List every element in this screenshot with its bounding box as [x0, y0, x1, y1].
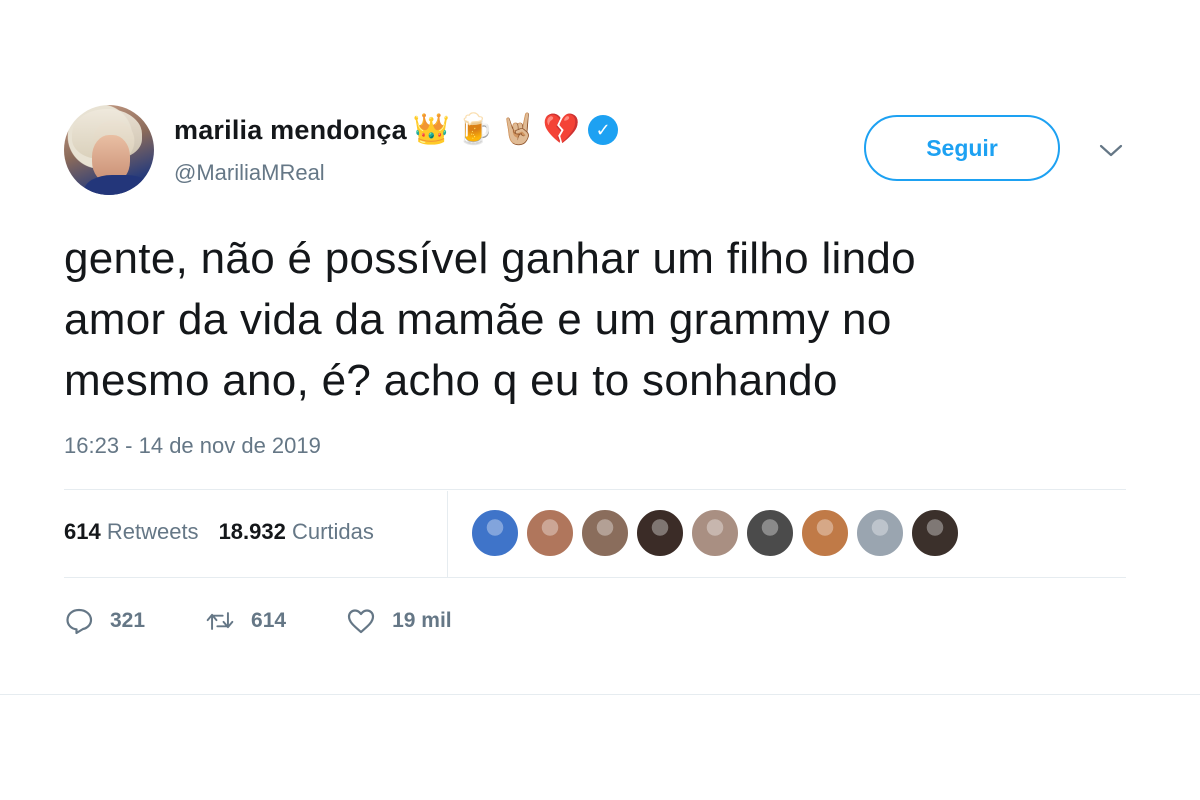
- heart-icon: [347, 609, 375, 634]
- liker-avatar[interactable]: [581, 509, 629, 557]
- name-row: marilia mendonça 👑 🍺 🤘🏼 💔 ✓: [174, 110, 619, 150]
- retweet-button[interactable]: 614: [205, 606, 286, 636]
- rock-hand-emoji: 🤘🏼: [499, 112, 537, 147]
- tweet-text: gente, não é possível ganhar um filho li…: [64, 228, 1124, 411]
- liker-avatar[interactable]: [746, 509, 794, 557]
- tweet-text-line: amor da vida da mamãe e um grammy no: [64, 295, 892, 344]
- display-name[interactable]: marilia mendonça: [174, 115, 407, 146]
- like-count: 19 mil: [392, 609, 452, 632]
- tweet-actions: 321 614 19 mil: [64, 606, 512, 636]
- liker-avatar[interactable]: [691, 509, 739, 557]
- user-handle[interactable]: @MariliaMReal: [174, 160, 325, 186]
- avatar-shirt: [84, 175, 154, 195]
- reply-button[interactable]: 321: [64, 606, 145, 636]
- like-button[interactable]: 19 mil: [346, 606, 452, 636]
- divider-top: [64, 489, 1126, 490]
- divider-bottom: [64, 577, 1126, 578]
- chevron-down-icon[interactable]: [1098, 140, 1124, 160]
- retweet-count: 614: [251, 609, 287, 632]
- likes-count: 18.932: [218, 519, 286, 544]
- liker-avatar[interactable]: [526, 509, 574, 557]
- verified-badge-icon: ✓: [588, 115, 619, 145]
- tweet-text-line: mesmo ano, é? acho q eu to sonhando: [64, 356, 838, 405]
- tweet-stats: 614 Retweets 18.932 Curtidas: [64, 519, 374, 545]
- broken-heart-emoji: 💔: [542, 112, 581, 147]
- stats-divider: [447, 491, 448, 577]
- likes-label: Curtidas: [291, 519, 374, 544]
- liker-avatar[interactable]: [636, 509, 684, 557]
- likers-avatars: [471, 509, 959, 557]
- tweet-text-line: gente, não é possível ganhar um filho li…: [64, 234, 916, 283]
- retweet-icon: [206, 612, 234, 630]
- retweets-stat[interactable]: 614 Retweets: [64, 519, 199, 545]
- liker-avatar[interactable]: [911, 509, 959, 557]
- avatar[interactable]: [64, 105, 154, 195]
- tweet-card: marilia mendonça 👑 🍺 🤘🏼 💔 ✓ @MariliaMRea…: [0, 0, 1200, 800]
- likes-stat[interactable]: 18.932 Curtidas: [219, 519, 374, 545]
- crown-emoji: 👑: [412, 112, 451, 147]
- bottom-divider: [0, 694, 1200, 695]
- tweet-timestamp[interactable]: 16:23 - 14 de nov de 2019: [64, 433, 321, 459]
- beer-emoji: 🍺: [456, 112, 494, 147]
- liker-avatar[interactable]: [471, 509, 519, 557]
- reply-icon: [66, 608, 93, 635]
- retweets-label: Retweets: [106, 519, 199, 544]
- liker-avatar[interactable]: [856, 509, 904, 557]
- retweets-count: 614: [64, 519, 101, 544]
- liker-avatar[interactable]: [801, 509, 849, 557]
- follow-button[interactable]: Seguir: [864, 115, 1060, 181]
- reply-count: 321: [110, 609, 146, 632]
